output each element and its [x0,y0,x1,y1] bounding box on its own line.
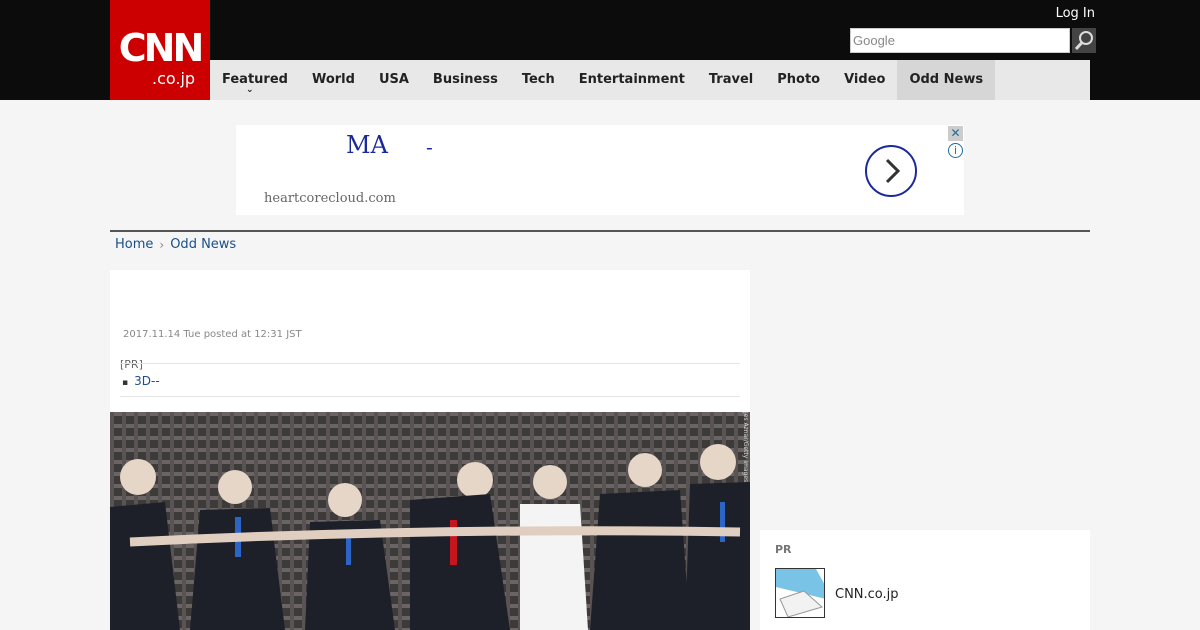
sidebar-pr-box: PR CNN.co.jp [760,530,1090,630]
pr-link-text: 3D-- [134,374,160,388]
ad-dash: - [426,135,433,159]
pr-item-name[interactable]: CNN.co.jp [835,587,899,602]
nav-item-tech[interactable]: Tech [510,60,567,100]
nav-item-travel[interactable]: Travel [697,60,765,100]
nav-item-entertainment[interactable]: Entertainment [567,60,697,100]
chevron-right-icon: › [159,237,165,252]
logo-main-text: CNN [118,26,205,70]
pr-link-item[interactable]: ▪ 3D-- [122,374,160,388]
search-icon [1074,31,1093,51]
search-input[interactable]: Google [850,28,1070,53]
divider [120,363,740,364]
nav-item-label: Photo [777,72,821,87]
article-photo: Jes Aznar/Getty Images [110,412,750,630]
sidebar-pr-label: PR [775,543,792,556]
search-button[interactable] [1072,28,1096,53]
nav-item-label: World [311,72,355,87]
article-card: 2017.11.14 Tue posted at 12:31 JST [PR] … [110,270,750,630]
nav-item-label: Travel [708,72,754,87]
nav-item-label: Video [844,72,886,87]
photo-image [110,412,750,630]
main-nav: Featured ⌄ World USA Business Tech Entert… [210,60,1090,100]
nav-item-featured[interactable]: Featured ⌄ [210,60,300,100]
pr-label: [PR] [120,358,143,371]
nav-item-label: Entertainment [578,72,685,87]
nav-item-world[interactable]: World [300,60,367,100]
thumbnail-icon [776,569,824,617]
nav-item-business[interactable]: Business [421,60,510,100]
article-date: 2017.11.14 Tue posted at 12:31 JST [123,329,302,340]
nav-item-label: Odd News [909,72,984,87]
nav-item-label: USA [378,72,409,87]
nav-item-usa[interactable]: USA [367,60,421,100]
chevron-down-icon: ⌄ [246,85,254,95]
ad-next-button[interactable] [865,145,917,197]
nav-item-video[interactable]: Video [832,60,897,100]
ad-banner[interactable]: MA - heartcorecloud.com ✕ i [236,125,964,215]
breadcrumb: Home › Odd News [115,237,236,252]
nav-item-label: Business [432,72,498,87]
pr-thumbnail-image[interactable] [775,568,825,618]
logo-sub-text: .co.jp [152,69,196,88]
nav-item-label: Featured [222,72,288,87]
ad-domain: heartcorecloud.com [264,191,396,206]
breadcrumb-home[interactable]: Home [115,237,153,252]
nav-item-label: Tech [521,72,555,87]
chevron-right-icon [885,158,901,184]
bullet-icon: ▪ [122,378,129,388]
section-divider [110,230,1090,232]
photo-credit: Jes Aznar/Getty Images [742,412,749,483]
breadcrumb-odd-news[interactable]: Odd News [170,237,236,252]
ad-close-icon[interactable]: ✕ [948,126,963,141]
divider [120,396,740,397]
login-link[interactable]: Log In [1056,6,1095,21]
cnn-logo[interactable]: CNN .co.jp [110,0,210,100]
nav-item-odd-news[interactable]: Odd News [897,60,996,100]
ad-info-icon[interactable]: i [948,143,963,158]
nav-item-photo[interactable]: Photo [765,60,832,100]
ad-headline: MA [346,131,388,159]
